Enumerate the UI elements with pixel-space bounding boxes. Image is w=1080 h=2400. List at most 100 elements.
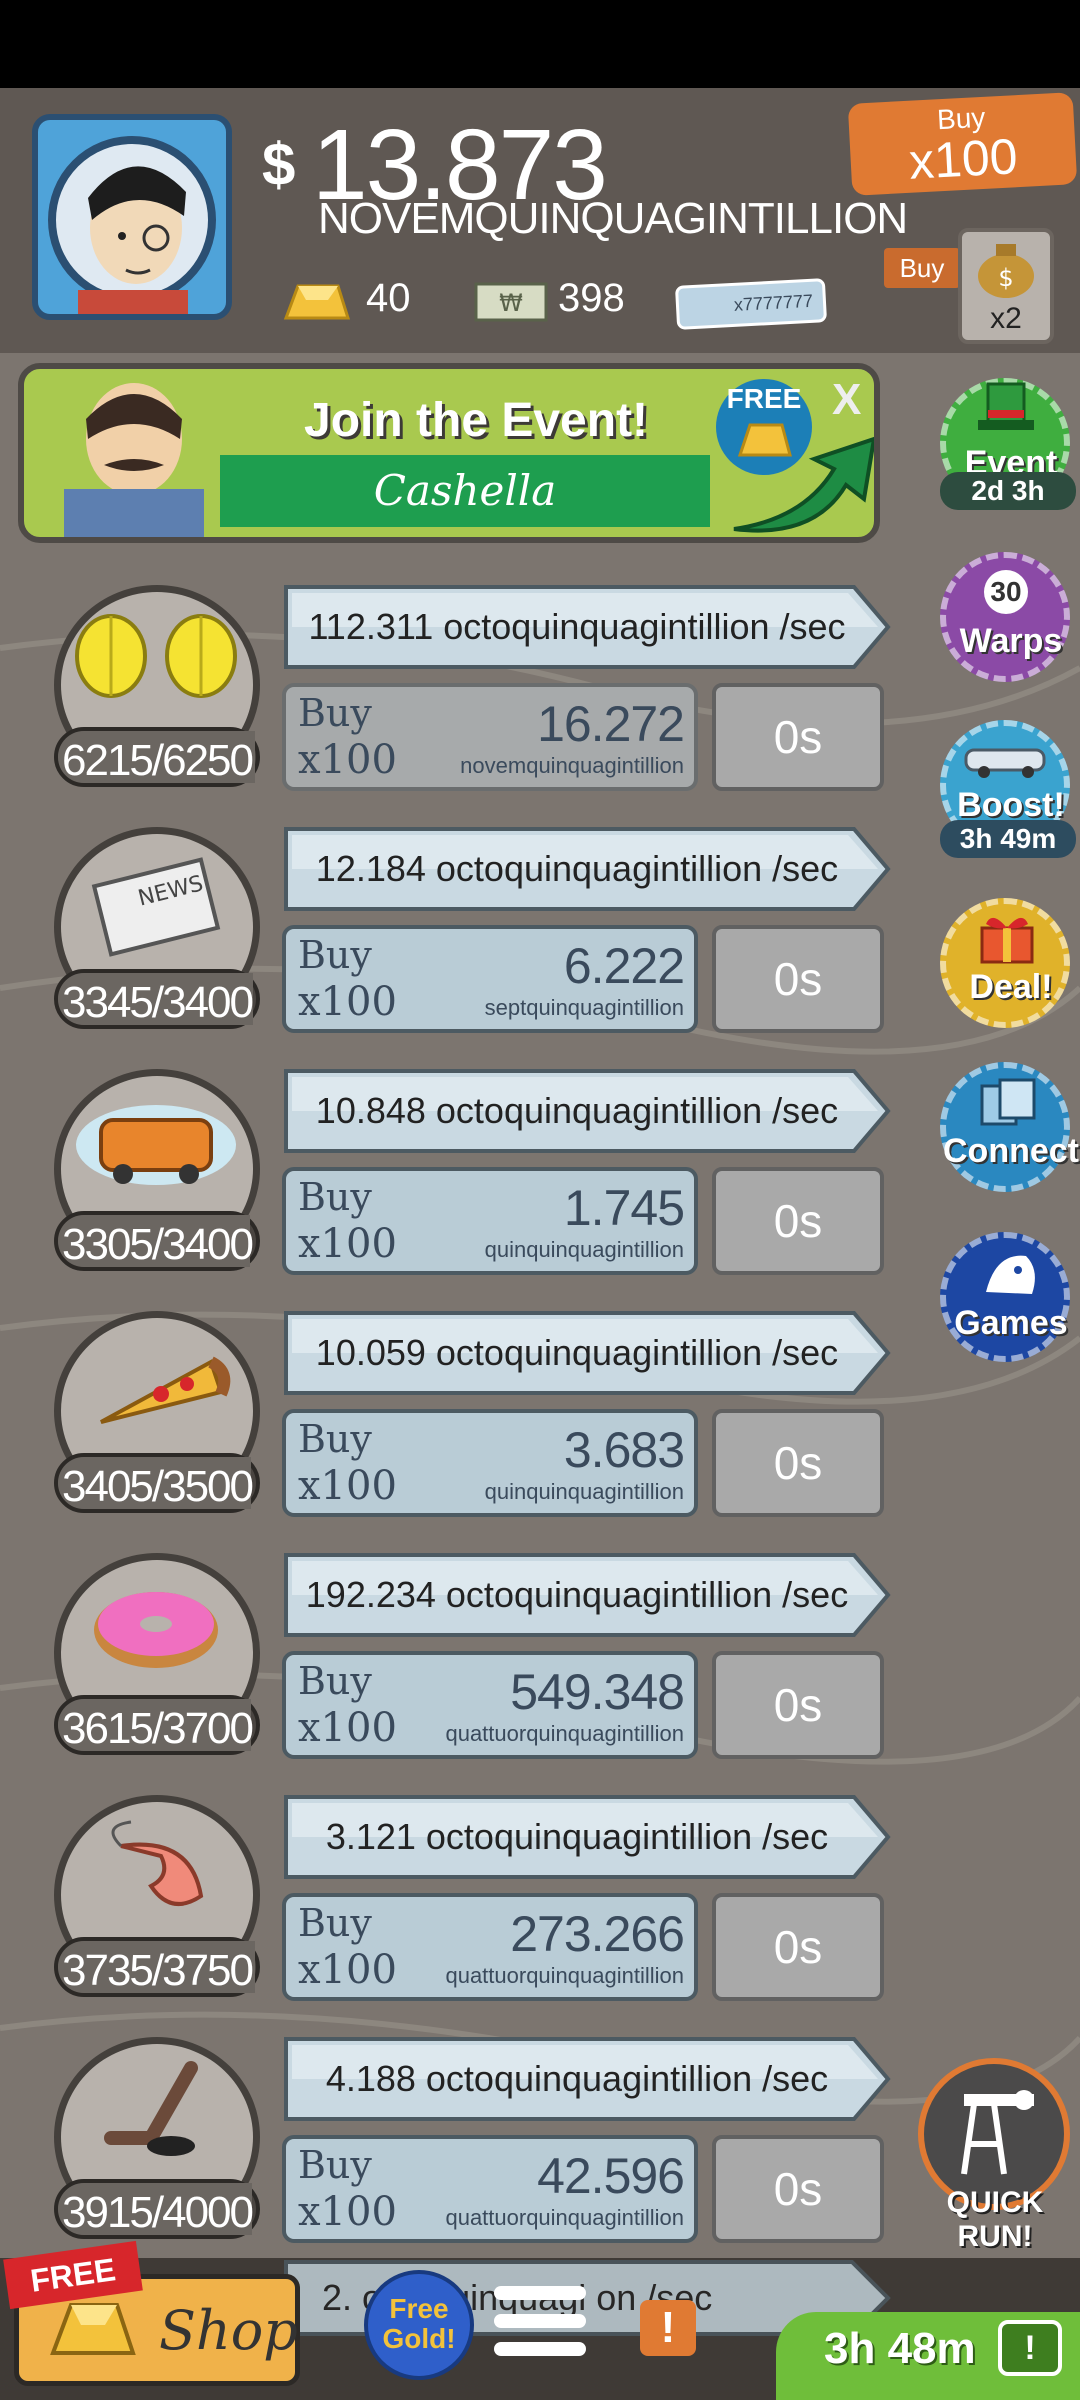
ad-boost-timer[interactable]: 3h 48m !	[776, 2312, 1080, 2400]
buy-business-button[interactable]: Buy x100 549.348 quattuorquinquagintillion	[282, 1651, 698, 1759]
buy-cost: 16.272	[537, 696, 685, 752]
buy-cost-unit: quattuorquinquagintillion	[445, 1963, 684, 1988]
buy-business-button[interactable]: Buy x100 42.596 quattuorquinquagintillion	[282, 2135, 698, 2243]
event-name: Cashella	[220, 455, 710, 527]
owned-count: 3405/3500	[62, 1462, 254, 1511]
profit-multiplier-bag[interactable]: $ x2	[958, 228, 1054, 344]
buy-profit-boost-button[interactable]: Buy	[884, 248, 960, 288]
investor-avatar[interactable]	[32, 114, 232, 320]
owned-counter: 6215/6250	[54, 727, 260, 787]
business-row: NEWS 3345/3400 12.184 octoquinquagintillio…	[0, 827, 1080, 1067]
free-gold-button[interactable]: Free Gold!	[364, 2270, 474, 2380]
buy-quantity: x100	[298, 1947, 397, 1993]
svg-text:$: $	[998, 264, 1013, 292]
svg-text:₩: ₩	[499, 289, 523, 317]
lemon-icon	[75, 614, 237, 698]
buy-quantity: x100	[298, 1463, 397, 1509]
newspaper-icon: NEWS	[91, 857, 221, 957]
business-row: 3615/3700 192.234 octoquinquagintillion /…	[0, 1553, 1080, 1793]
revenue-rate-ribbon: 112.311 octoquinquagintillion /sec	[282, 583, 892, 671]
owned-count: 3345/3400	[62, 978, 254, 1027]
owned-counter: 3915/4000	[54, 2179, 260, 2239]
buy-multiplier-button[interactable]: Buy x100	[847, 92, 1078, 196]
buy-label: Buy	[298, 933, 372, 977]
top-hat-icon	[978, 382, 1034, 430]
buy-business-button[interactable]: Buy x100 3.683 quinquinquagintillion	[282, 1409, 698, 1517]
status-bar	[0, 0, 1080, 88]
shop-label: Shop	[159, 2299, 298, 2362]
megabucks-icon: ₩	[474, 282, 548, 322]
buy-business-button[interactable]: Buy x100 6.222 septquinquagintillion	[282, 925, 698, 1033]
owned-count: 3615/3700	[62, 1704, 254, 1753]
event-close-button[interactable]: X	[832, 375, 861, 425]
production-timer: 0s	[712, 1893, 884, 2001]
gold-count: 40	[366, 276, 411, 320]
alert-icon[interactable]: !	[640, 2300, 696, 2356]
buy-quantity: x100	[298, 2189, 397, 2235]
revenue-rate: 4.188 octoquinquagintillion /sec	[325, 2058, 829, 2099]
buy-quantity: x100	[298, 979, 397, 1025]
buy-label: Buy	[298, 1417, 372, 1461]
arrow-icon	[733, 436, 874, 533]
gold-bar-icon	[50, 2303, 136, 2355]
owned-counter: 3735/3750	[54, 1937, 260, 1997]
buy-cost: 1.745	[563, 1180, 685, 1236]
event-time-left: 2d 3h	[940, 472, 1076, 510]
owned-count: 3735/3750	[62, 1946, 254, 1995]
owned-count: 3915/4000	[62, 2188, 254, 2237]
pizza-icon	[100, 1356, 231, 1424]
top-header: $ 13.873 NOVEMQUINQUAGINTILLION 40 ₩ 398…	[0, 88, 1080, 353]
buy-business-button[interactable]: Buy x100 1.745 quinquinquagintillion	[282, 1167, 698, 1275]
production-timer: 0s	[712, 683, 884, 791]
cash-symbol: $	[262, 131, 296, 198]
revenue-rate: 12.184 octoquinquagintillion /sec	[315, 848, 839, 889]
owned-counter: 3405/3500	[54, 1453, 260, 1513]
megabucks-count: 398	[558, 276, 625, 320]
production-timer: 0s	[712, 2135, 884, 2243]
buy-cost: 273.266	[510, 1906, 685, 1962]
buy-label: Buy	[298, 1175, 372, 1219]
business-row: 3405/3500 10.059 octoquinquagintillion /s…	[0, 1311, 1080, 1551]
manager-portrait-icon	[48, 136, 216, 314]
business-row: 3305/3400 10.848 octoquinquagintillion /s…	[0, 1069, 1080, 1309]
event-free-label: FREE	[726, 383, 802, 414]
buy-cost: 6.222	[563, 938, 685, 994]
oil-derrick-icon	[961, 2090, 1034, 2175]
buy-cost-unit: quattuorquinquagintillion	[445, 2205, 684, 2230]
revenue-rate-ribbon: 10.059 octoquinquagintillion /sec	[282, 1309, 892, 1397]
revenue-rate-ribbon: 12.184 octoquinquagintillion /sec	[282, 825, 892, 913]
tv-icon: !	[998, 2320, 1062, 2376]
owned-count: 3305/3400	[62, 1220, 254, 1269]
revenue-rate-ribbon: 4.188 octoquinquagintillion /sec	[282, 2035, 892, 2123]
gold-bar-icon	[283, 284, 350, 320]
business-row: 6215/6250 112.311 octoquinquagintillion /…	[0, 585, 1080, 825]
buy-quantity: x100	[298, 1221, 397, 1267]
business-row: 3735/3750 3.121 octoquinquagintillion /se…	[0, 1795, 1080, 2035]
bag-multiplier: x2	[990, 302, 1022, 335]
money-bag-icon: $	[978, 244, 1034, 298]
production-timer: 0s	[712, 1651, 884, 1759]
event-host-icon	[64, 383, 204, 537]
production-timer: 0s	[712, 925, 884, 1033]
buy-label: Buy	[298, 1659, 372, 1703]
owned-counter: 3615/3700	[54, 1695, 260, 1755]
buy-quantity: x100	[298, 1705, 397, 1751]
buy-business-button[interactable]: Buy x100 273.266 quattuorquinquagintillion	[282, 1893, 698, 2001]
buy-cost-unit: quinquinquagintillion	[484, 1237, 684, 1262]
revenue-rate-ribbon: 3.121 octoquinquagintillion /sec	[282, 1793, 892, 1881]
buy-cost-unit: quattuorquinquagintillion	[445, 1721, 684, 1746]
menu-icon[interactable]	[494, 2286, 586, 2366]
revenue-rate: 10.848 octoquinquagintillion /sec	[315, 1090, 839, 1131]
buy-tag-qty: x100	[907, 128, 1019, 190]
hockey-stick-icon	[104, 2061, 198, 2156]
event-banner[interactable]: Join the Event! Cashella FREE X	[18, 363, 880, 543]
buy-business-button[interactable]: Buy x100 16.272 novemquinquagintillion	[282, 683, 698, 791]
revenue-rate-ribbon: 10.848 octoquinquagintillion /sec	[282, 1067, 892, 1155]
buy-cost: 42.596	[537, 2148, 685, 2204]
cash-unit: NOVEMQUINQUAGINTILLION	[318, 194, 908, 243]
ticket-balance[interactable]: x7777777	[674, 278, 828, 330]
owned-count: 6215/6250	[62, 736, 254, 785]
buy-cost: 549.348	[510, 1664, 685, 1720]
revenue-rate: 192.234 octoquinquagintillion /sec	[305, 1574, 849, 1615]
buy-label: Buy	[298, 2143, 372, 2187]
